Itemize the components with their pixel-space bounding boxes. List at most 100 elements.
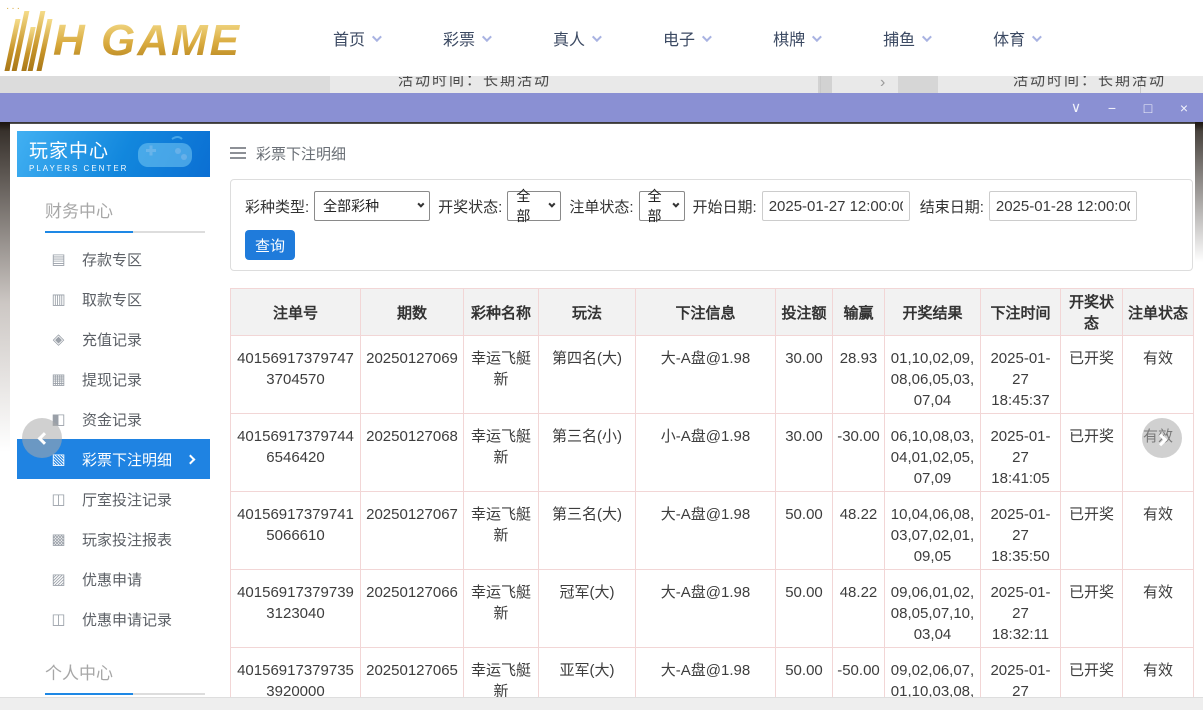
nav-item-label: 首页 <box>333 26 365 50</box>
chevron-down-icon <box>418 201 425 208</box>
lottery-type-select[interactable]: 全部彩种 <box>314 191 430 221</box>
cell-order-status: 有效 <box>1123 570 1194 648</box>
order-status-select[interactable]: 全部 <box>639 191 685 221</box>
close-button[interactable]: × <box>1173 97 1195 119</box>
background-block <box>0 76 330 93</box>
cell-play-type: 第四名(大) <box>539 336 636 414</box>
cell-draw-status: 已开奖 <box>1061 648 1123 698</box>
sidebar-item[interactable]: ◫ 厅室投注记录 <box>17 479 210 519</box>
cell-bet-time: 2025-01-27 18:32:11 <box>981 570 1061 648</box>
table-row: 401569173797393123040 20250127066 幸运飞艇新 … <box>231 570 1194 648</box>
sidebar-item-label: 存款专区 <box>82 249 142 270</box>
minimize-button[interactable]: − <box>1101 97 1123 119</box>
next-page-button[interactable] <box>1142 418 1182 458</box>
site-header: ··· H GAME 首页 彩票 真人 电子 <box>0 0 1203 76</box>
chevron-down-icon <box>702 32 712 42</box>
end-date-input[interactable] <box>989 191 1137 221</box>
chevron-right-icon <box>186 454 196 464</box>
col-bet-info: 下注信息 <box>636 289 776 336</box>
cell-bet-id: 401569173797353920000 <box>231 648 361 698</box>
order-status-value: 全部 <box>648 186 668 226</box>
sidebar: 玩家中心 PLAYERS CENTER 财务中心 ▤ 存款专区 ▥ 取款专区 <box>17 131 210 697</box>
cell-bet-time: 2025-01-27 18:41:05 <box>981 414 1061 492</box>
site-logo[interactable]: ··· H GAME <box>10 5 285 71</box>
sidebar-section-finance: 财务中心 <box>45 197 210 222</box>
sidebar-item[interactable]: ▩ 玩家投注报表 <box>17 519 210 559</box>
window-controls: ∨ − □ × <box>1065 93 1195 122</box>
cell-bet-time: 2025-01-27 18:45:37 <box>981 336 1061 414</box>
sidebar-item-label: 彩票下注明细 <box>82 449 172 470</box>
cell-period: 20250127067 <box>361 492 464 570</box>
table-row: 401569173797353920000 20250127065 幸运飞艇新 … <box>231 648 1194 698</box>
chevron-down-icon <box>922 32 932 42</box>
bottom-scroll-strip[interactable] <box>0 697 1203 710</box>
sidebar-item-label: 优惠申请 <box>82 569 142 590</box>
chevron-down-icon <box>672 201 679 208</box>
cell-play-type: 第三名(小) <box>539 414 636 492</box>
sidebar-header: 玩家中心 PLAYERS CENTER <box>17 131 210 177</box>
sidebar-item[interactable]: ▨ 优惠申请 <box>17 559 210 599</box>
chevron-left-icon <box>37 432 50 445</box>
lottery-type-value: 全部彩种 <box>323 196 379 216</box>
main-content: 彩票下注明细 彩种类型: 全部彩种 开奖状态: 全部 注单状态: 全部 <box>210 124 1195 697</box>
cell-win-loss: 48.22 <box>833 492 885 570</box>
cell-bet-amount: 50.00 <box>776 648 833 698</box>
restore-down-button[interactable]: ∨ <box>1065 97 1087 119</box>
sidebar-item[interactable]: ▥ 取款专区 <box>17 279 210 319</box>
start-date-input[interactable] <box>762 191 910 221</box>
col-win-loss: 输赢 <box>833 289 885 336</box>
chevron-down-icon <box>592 32 602 42</box>
chevron-down-icon <box>549 201 556 208</box>
order-status-label: 注单状态: <box>569 196 633 217</box>
hall-bet-record-icon: ◫ <box>50 490 67 508</box>
maximize-button[interactable]: □ <box>1137 97 1159 119</box>
sidebar-item[interactable]: ▦ 提现记录 <box>17 359 210 399</box>
table-header-row: 注单号 期数 彩种名称 玩法 下注信息 投注额 输赢 开奖结果 下注时间 开奖状… <box>231 289 1194 336</box>
collapse-sidebar-button[interactable] <box>22 418 62 458</box>
cell-bet-time: 2025-01-27 18:25:39 <box>981 648 1061 698</box>
sidebar-item[interactable]: ◫ 优惠申请记录 <box>17 599 210 639</box>
sidebar-item-label: 厅室投注记录 <box>82 489 172 510</box>
nav-item[interactable]: 电子 <box>663 26 709 50</box>
logo-text: H GAME <box>53 11 241 71</box>
draw-status-select[interactable]: 全部 <box>507 191 561 221</box>
cell-lottery-name: 幸运飞艇新 <box>464 648 539 698</box>
background-divider <box>820 76 821 93</box>
cell-play-type: 冠军(大) <box>539 570 636 648</box>
nav-item[interactable]: 首页 <box>333 26 379 50</box>
cell-bet-info: 大-A盘@1.98 <box>636 336 776 414</box>
cell-bet-id: 401569173797473704570 <box>231 336 361 414</box>
cell-win-loss: 28.93 <box>833 336 885 414</box>
cell-period: 20250127069 <box>361 336 464 414</box>
promo-apply-icon: ▨ <box>50 570 67 588</box>
sidebar-item[interactable]: ▤ 存款专区 <box>17 239 210 279</box>
nav-item[interactable]: 体育 <box>993 26 1039 50</box>
nav-item-label: 彩票 <box>443 26 475 50</box>
main-navigation: 首页 彩票 真人 电子 棋牌 捕鱼 <box>333 26 1039 50</box>
nav-item[interactable]: 彩票 <box>443 26 489 50</box>
sidebar-item-label: 玩家投注报表 <box>82 529 172 550</box>
sidebar-item[interactable]: ◈ 充值记录 <box>17 319 210 359</box>
cell-draw-result: 06,10,08,03,04,01,02,05,07,09 <box>885 414 981 492</box>
nav-item-label: 棋牌 <box>773 26 805 50</box>
nav-item[interactable]: 捕鱼 <box>883 26 929 50</box>
nav-item[interactable]: 棋牌 <box>773 26 819 50</box>
filter-panel: 彩种类型: 全部彩种 开奖状态: 全部 注单状态: 全部 开始日期: 结束日期: <box>230 179 1193 271</box>
sidebar-item-label: 提现记录 <box>82 369 142 390</box>
background-edge-left <box>0 122 10 452</box>
cell-bet-amount: 30.00 <box>776 414 833 492</box>
cell-draw-status: 已开奖 <box>1061 414 1123 492</box>
search-button[interactable]: 查询 <box>245 230 295 260</box>
cell-draw-result: 09,06,01,02,08,05,07,10,03,04 <box>885 570 981 648</box>
table-row: 401569173797473704570 20250127069 幸运飞艇新 … <box>231 336 1194 414</box>
hamburger-menu-icon[interactable] <box>230 147 246 159</box>
cell-bet-time: 2025-01-27 18:35:50 <box>981 492 1061 570</box>
cell-bet-info: 大-A盘@1.98 <box>636 570 776 648</box>
chevron-down-icon <box>1032 32 1042 42</box>
carousel-next-icon: › <box>880 76 885 92</box>
nav-item[interactable]: 真人 <box>553 26 599 50</box>
withdraw-icon: ▥ <box>50 290 67 308</box>
clipped-banner-text: 活动时间：长期活动 <box>1013 76 1193 91</box>
cell-draw-result: 01,10,02,09,08,06,05,03,07,04 <box>885 336 981 414</box>
col-bet-amount: 投注额 <box>776 289 833 336</box>
